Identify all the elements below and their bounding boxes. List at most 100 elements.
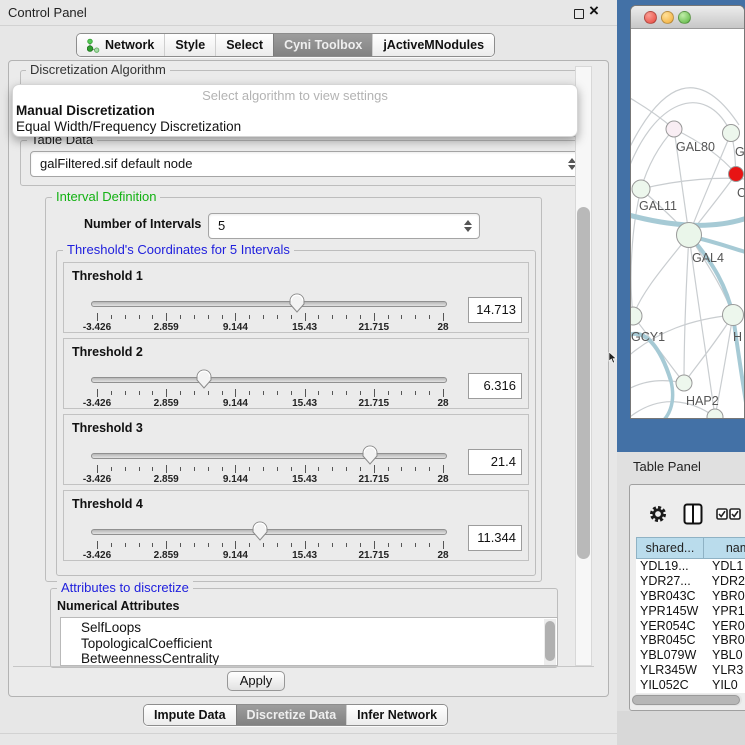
zoom-traffic-light[interactable] (678, 11, 691, 24)
tab-select[interactable]: Select (215, 34, 273, 56)
scrollbar-thumb[interactable] (577, 207, 590, 559)
minimize-traffic-light[interactable] (661, 11, 674, 24)
attributes-list[interactable]: SelfLoopsTopologicalCoefficientBetweenne… (60, 617, 558, 666)
cell-shared-name[interactable]: YBL079W (636, 648, 704, 662)
list-scrollbar[interactable] (544, 619, 556, 665)
checked-box-icon[interactable] (729, 508, 741, 520)
tab-style[interactable]: Style (164, 34, 215, 56)
cell-shared-name[interactable]: YBR043C (636, 589, 704, 603)
tab-network[interactable]: Network (77, 34, 164, 56)
attribute-list-item[interactable]: SelfLoops (81, 620, 557, 636)
table-row[interactable]: YBR045CYBR0 (636, 633, 745, 648)
close-traffic-light[interactable] (644, 11, 657, 24)
slider-thumb-icon[interactable] (288, 293, 306, 313)
horizontal-scrollbar[interactable] (632, 694, 742, 706)
cell-name[interactable]: YDR2 (704, 574, 745, 588)
popup-hint: Select algorithm to view settings (13, 88, 577, 103)
tab-infer-network[interactable]: Infer Network (346, 705, 447, 725)
tab-cyni-toolbox[interactable]: Cyni Toolbox (273, 34, 372, 56)
slider-thumb-icon[interactable] (251, 521, 269, 541)
menu-item-equal-width-frequency[interactable]: Equal Width/Frequency Discretization (16, 119, 241, 134)
checked-box-icon[interactable] (716, 508, 728, 520)
cell-shared-name[interactable]: YLR345W (636, 663, 704, 677)
tick-label: 2.859 (154, 322, 179, 333)
tick-label: 2.859 (154, 474, 179, 485)
table-row[interactable]: YDL19...YDL1 (636, 559, 745, 574)
threshold-slider[interactable]: -3.4262.8599.14415.4321.71528 (91, 447, 447, 485)
network-view-window[interactable]: GAL80GACGAL11GAL4GCY1HHAP2 (630, 5, 745, 419)
slider-thumb-icon[interactable] (361, 445, 379, 465)
apply-button[interactable]: Apply (227, 671, 285, 691)
column-view-icon[interactable] (683, 503, 703, 525)
threshold-value-field[interactable]: 6.316 (468, 373, 522, 399)
table-row[interactable]: YDR27...YDR2 (636, 574, 745, 589)
scrollbar-thumb[interactable] (632, 695, 740, 705)
cell-shared-name[interactable]: YDL19... (636, 559, 704, 573)
table-body[interactable]: YDL19...YDL1YDR27...YDR2YBR043CYBR0YPR14… (636, 559, 745, 693)
table-row[interactable]: YER054CYER0 (636, 618, 745, 633)
cell-name[interactable]: YER0 (704, 619, 745, 633)
tab-discretize-data[interactable]: Discretize Data (236, 705, 347, 725)
cell-name[interactable]: YPR1 (704, 604, 745, 618)
threshold-slider[interactable]: -3.4262.8599.14415.4321.71528 (91, 371, 447, 409)
cell-name[interactable]: YBR0 (704, 589, 745, 603)
group-title: Threshold's Coordinates for 5 Intervals (63, 243, 294, 257)
scrollbar-thumb[interactable] (545, 621, 555, 661)
network-node[interactable] (723, 125, 740, 142)
tab-impute-data[interactable]: Impute Data (144, 705, 236, 725)
cell-name[interactable]: YBL0 (704, 648, 743, 662)
cell-shared-name[interactable]: YPR145W (636, 604, 704, 618)
table-row[interactable]: YIL052CYIL0 (636, 677, 745, 692)
network-node[interactable] (666, 121, 682, 137)
threshold-value-field[interactable]: 14.713 (468, 297, 522, 323)
threshold-value-field[interactable]: 21.4 (468, 449, 522, 475)
network-node[interactable] (631, 307, 642, 325)
attribute-list-item[interactable]: TopologicalCoefficient (81, 636, 557, 652)
network-node[interactable] (707, 409, 723, 419)
network-node[interactable] (729, 167, 744, 182)
cell-shared-name[interactable]: YBR045C (636, 633, 704, 647)
close-icon[interactable]: × (589, 1, 599, 21)
cell-name[interactable]: YDL1 (704, 559, 743, 573)
cell-shared-name[interactable]: YIL052C (636, 678, 704, 692)
slider-track[interactable] (91, 453, 447, 459)
gear-icon[interactable] (648, 504, 668, 524)
cell-shared-name[interactable]: YER054C (636, 619, 704, 633)
tick-label: -3.426 (83, 398, 111, 409)
threshold-slider[interactable]: -3.4262.8599.14415.4321.71528 (91, 295, 447, 333)
tick-label: 9.144 (223, 474, 248, 485)
threshold-slider[interactable]: -3.4262.8599.14415.4321.71528 (91, 523, 447, 561)
cell-name[interactable]: YLR3 (704, 663, 743, 677)
number-of-intervals-combobox[interactable]: 5 (208, 213, 480, 239)
slider-track[interactable] (91, 377, 447, 383)
attribute-list-item[interactable]: BetweennessCentrality (81, 651, 557, 666)
cell-name[interactable]: YIL0 (704, 678, 738, 692)
threshold-label: Threshold 1 (72, 269, 143, 283)
network-canvas[interactable]: GAL80GACGAL11GAL4GCY1HHAP2 (631, 29, 744, 419)
network-window-titlebar[interactable] (631, 6, 744, 29)
tab-jactivemnodules[interactable]: jActiveMNodules (372, 34, 494, 56)
table-row[interactable]: YBL079WYBL0 (636, 648, 745, 663)
table-data-combobox[interactable]: galFiltered.sif default node (30, 151, 584, 177)
threshold-label: Threshold 2 (72, 345, 143, 359)
network-node[interactable] (632, 180, 650, 198)
slider-thumb-icon[interactable] (195, 369, 213, 389)
network-node[interactable] (723, 305, 744, 326)
column-header-name[interactable]: name (704, 537, 745, 559)
table-row[interactable]: YLR345WYLR3 (636, 663, 745, 678)
combobox-value: galFiltered.sif default node (40, 156, 192, 171)
network-node[interactable] (677, 223, 702, 248)
cell-shared-name[interactable]: YDR27... (636, 574, 704, 588)
float-window-icon[interactable] (574, 9, 584, 19)
network-node[interactable] (676, 375, 692, 391)
table-row[interactable]: YPR145WYPR1 (636, 603, 745, 618)
threshold-row: Threshold 4 -3.4262.8599.14415.4321.7152… (63, 490, 529, 561)
panel-scrollbar[interactable] (575, 66, 592, 666)
cell-name[interactable]: YBR0 (704, 633, 745, 647)
threshold-value-field[interactable]: 11.344 (468, 525, 522, 551)
column-header-shared[interactable]: shared... (636, 537, 704, 559)
table-row[interactable]: YBR043CYBR0 (636, 589, 745, 604)
slider-track[interactable] (91, 301, 447, 307)
slider-track[interactable] (91, 529, 447, 535)
menu-item-manual-discretization[interactable]: Manual Discretization (16, 103, 155, 118)
